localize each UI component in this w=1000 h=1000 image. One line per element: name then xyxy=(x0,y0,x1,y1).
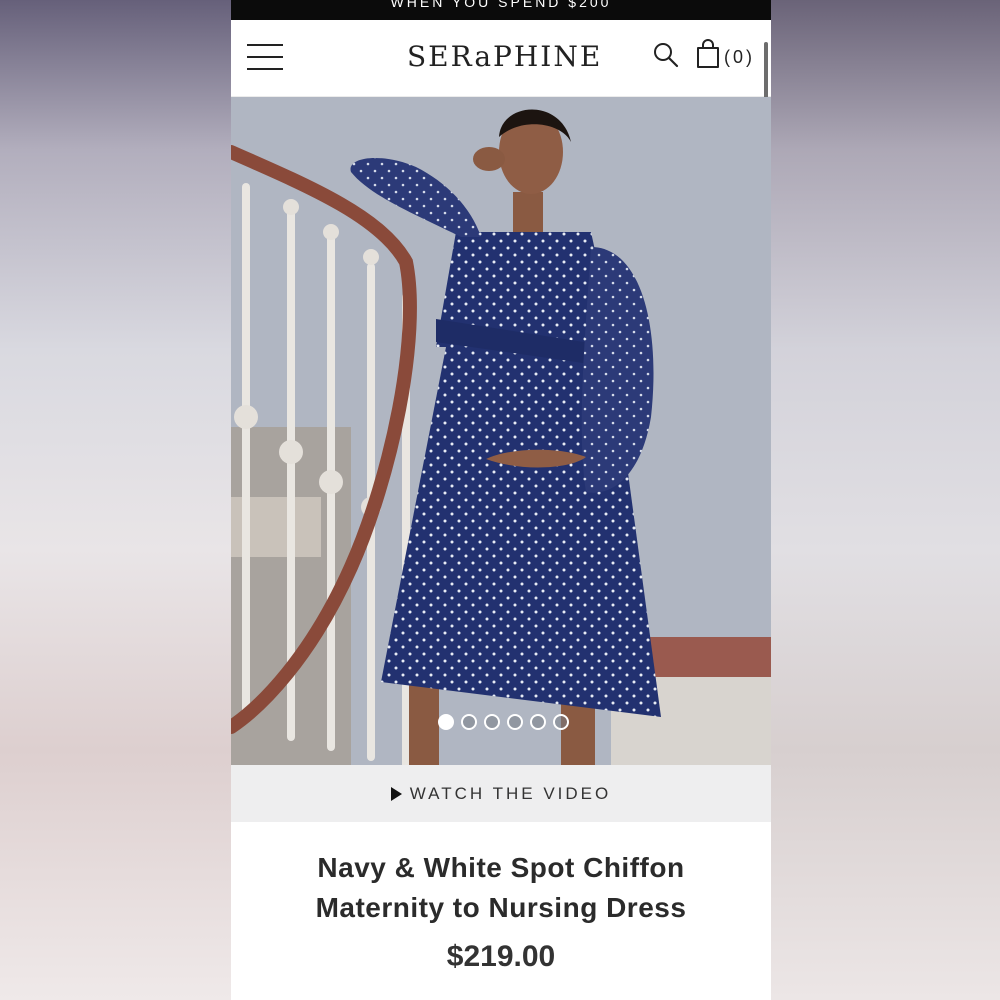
promo-banner[interactable]: WHEN YOU SPEND $200 xyxy=(231,0,771,20)
carousel-dot-6[interactable] xyxy=(553,714,569,730)
background-blur-right xyxy=(771,0,1000,1000)
site-header: SERaPHINE (0) xyxy=(231,20,771,97)
menu-icon[interactable] xyxy=(247,44,283,70)
product-photo xyxy=(231,97,771,765)
carousel-dots xyxy=(438,714,569,730)
shopping-bag-icon[interactable] xyxy=(696,39,720,69)
product-image[interactable] xyxy=(231,97,771,765)
play-icon xyxy=(390,786,402,801)
carousel-dot-3[interactable] xyxy=(484,714,500,730)
watch-video-label: WATCH THE VIDEO xyxy=(409,783,612,803)
cart-count[interactable]: (0) xyxy=(724,47,755,68)
watch-video-button[interactable]: WATCH THE VIDEO xyxy=(231,765,771,822)
carousel-dot-4[interactable] xyxy=(507,714,523,730)
brand-logo[interactable]: SERaPHINE xyxy=(407,40,600,73)
mobile-screen: WHEN YOU SPEND $200 SERaPHINE (0) WATCH … xyxy=(231,0,771,1000)
carousel-dot-1[interactable] xyxy=(438,714,454,730)
search-icon[interactable] xyxy=(653,42,679,68)
carousel-dot-5[interactable] xyxy=(530,714,546,730)
carousel-dot-2[interactable] xyxy=(461,714,477,730)
promo-text: WHEN YOU SPEND $200 xyxy=(390,0,612,10)
product-title: Navy & White Spot Chiffon Maternity to N… xyxy=(315,852,687,923)
product-price: $219.00 xyxy=(446,940,556,973)
background-blur-left xyxy=(0,0,231,1000)
